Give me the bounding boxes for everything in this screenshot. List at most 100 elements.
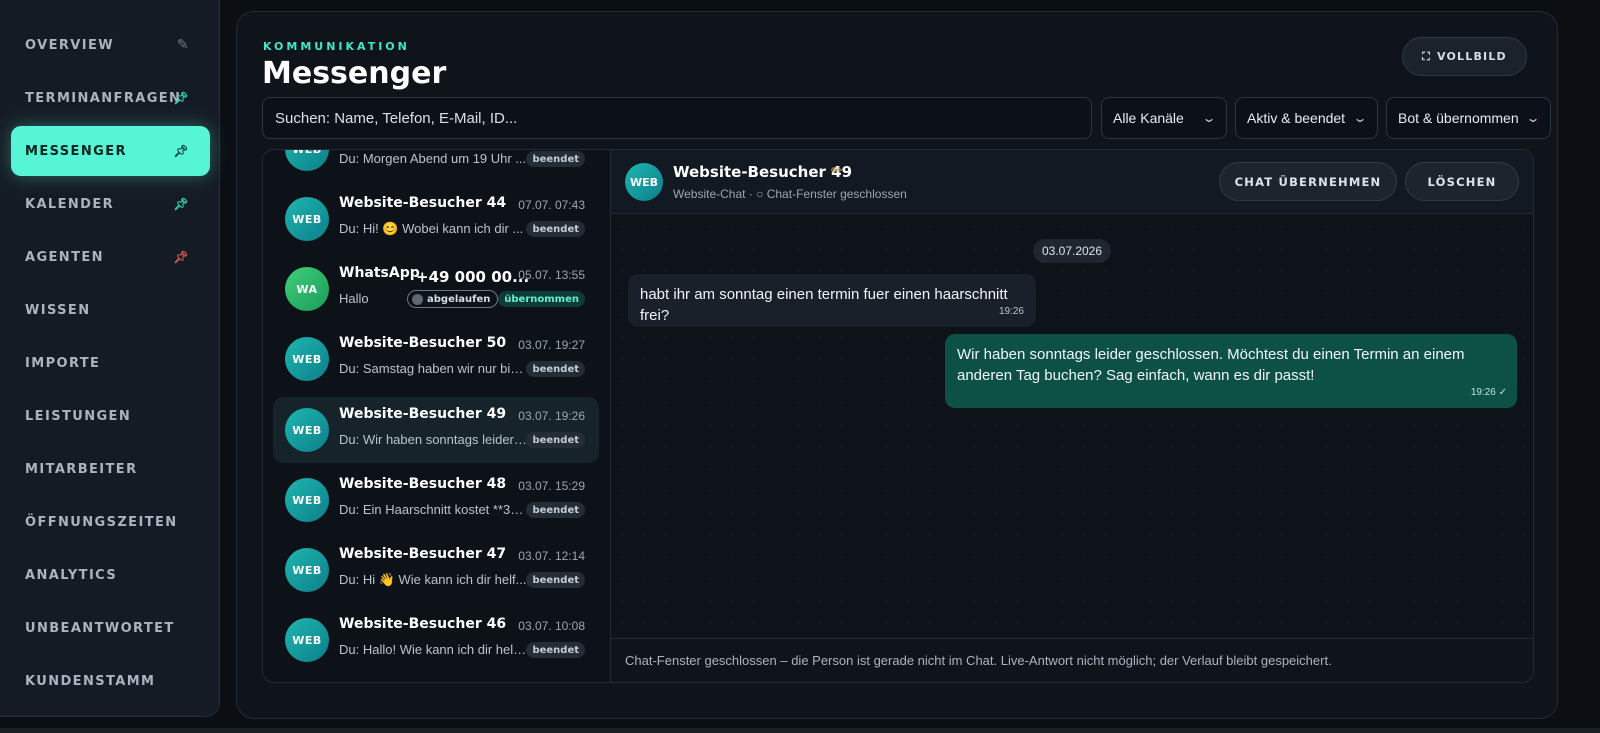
status-select[interactable]: Aktiv & beendet ⌄ — [1235, 97, 1378, 139]
pin-icon[interactable]: 📌︎ — [173, 144, 190, 158]
window-bottom-bar — [0, 728, 1600, 733]
incoming-message: habt ihr am sonntag einen termin fuer ei… — [628, 274, 1036, 327]
message-text: Wir haben sonntags leider geschlossen. M… — [957, 346, 1465, 384]
pin-icon[interactable]: 📌︎ — [173, 197, 190, 211]
avatar: WEB — [625, 163, 663, 201]
handler-select-value: Bot & übernommen — [1398, 110, 1519, 126]
message-text: habt ihr am sonntag einen termin fuer ei… — [640, 286, 1008, 324]
message-time: 19:26 ✓ — [1470, 387, 1507, 398]
avatar: WEB — [285, 408, 329, 452]
avatar: WEB — [285, 478, 329, 522]
pin-icon[interactable]: 📌︎ — [173, 91, 190, 105]
take-over-chat-button[interactable]: CHAT ÜBERNEHMEN — [1219, 162, 1397, 201]
sidebar-item-agenten[interactable]: AGENTEN 📌︎ — [11, 232, 210, 282]
status-badge: beendet — [526, 432, 585, 448]
expired-badge: abgelaufen — [407, 290, 499, 308]
fullscreen-button[interactable]: ⛶ VOLLBILD — [1402, 37, 1527, 76]
status-badge: beendet — [526, 221, 585, 237]
chat-list-item-selected[interactable]: WEB Website-Besucher 49 03.07. 19:26 Du:… — [273, 397, 599, 463]
sidebar-item-label: TERMINANFRAGEN — [25, 90, 182, 106]
sidebar-item-overview[interactable]: OVERVIEW ✎ — [11, 20, 210, 70]
sidebar-item-label: IMPORTE — [25, 355, 101, 371]
chat-preview: Du: Hi! 😊 Wobei kann ich dir ... — [339, 221, 524, 236]
sidebar-item-mitarbeiter[interactable]: MITARBEITER — [11, 444, 210, 494]
sidebar-item-label: UNBEANTWORTET — [25, 620, 175, 636]
sidebar: OVERVIEW ✎ TERMINANFRAGEN 📌︎ MESSENGER 📌… — [0, 0, 220, 717]
chat-time: 07.07. 07:43 — [518, 198, 585, 212]
rename-pencil-icon[interactable]: ✏︎ — [831, 163, 843, 179]
sidebar-item-kalender[interactable]: KALENDER 📌︎ — [11, 179, 210, 229]
chat-list-item[interactable]: WEB Website-Besucher 48 03.07. 15:29 Du:… — [273, 467, 599, 533]
status-badge: beendet — [526, 572, 585, 588]
delete-chat-button[interactable]: LÖSCHEN — [1405, 162, 1519, 201]
avatar: WEB — [285, 618, 329, 662]
chat-preview: Du: Ein Haarschnitt kostet **35 ... — [339, 502, 527, 517]
conversation-subtitle: Website-Chat · ○ Chat-Fenster geschlosse… — [673, 187, 907, 201]
expired-label: abgelaufen — [427, 293, 491, 305]
fullscreen-label: VOLLBILD — [1436, 50, 1507, 63]
sidebar-item-label: ÖFFNUNGSZEITEN — [25, 514, 178, 530]
chat-time: 03.07. 10:08 — [518, 619, 585, 633]
sidebar-item-analytics[interactable]: ANALYTICS — [11, 550, 210, 600]
chat-preview: Du: Samstag haben wir nur bis ... — [339, 361, 527, 376]
chat-name: Website-Besucher 47 — [339, 546, 507, 562]
chevron-down-icon: ⌄ — [1352, 111, 1368, 125]
handler-select[interactable]: Bot & übernommen ⌄ — [1386, 97, 1551, 139]
sidebar-item-terminanfragen[interactable]: TERMINANFRAGEN 📌︎ — [11, 73, 210, 123]
chat-list-item[interactable]: WA WhatsApp +49 000 00... 05.07. 13:55 H… — [273, 256, 599, 322]
avatar: WA — [285, 267, 329, 311]
chat-list-item[interactable]: WEB Website-Besucher 50 03.07. 19:27 Du:… — [273, 326, 599, 392]
channel-select[interactable]: Alle Kanäle ⌄ — [1101, 97, 1227, 139]
avatar: WEB — [285, 548, 329, 592]
sidebar-item-unbeantwortet[interactable]: UNBEANTWORTET — [11, 603, 210, 653]
sidebar-item-wissen[interactable]: WISSEN — [11, 285, 210, 335]
chat-name: Website-Besucher 50 — [339, 335, 507, 351]
chat-list: WEB Du: Morgen Abend um 19 Uhr ... beend… — [262, 149, 610, 683]
status-badge: übernommen — [498, 291, 585, 307]
chat-time: 03.07. 19:26 — [518, 409, 585, 423]
chat-preview: Du: Hallo! Wie kann ich dir helf... — [339, 642, 527, 657]
status-badge: beendet — [526, 502, 585, 518]
chat-list-item[interactable]: WEB Website-Besucher 46 03.07. 10:08 Du:… — [273, 607, 599, 673]
sidebar-item-leistungen[interactable]: LEISTUNGEN — [11, 391, 210, 441]
sidebar-item-label: ANALYTICS — [25, 567, 118, 583]
sidebar-item-label: KALENDER — [25, 196, 115, 212]
sidebar-item-kundenstamm[interactable]: KUNDENSTAMM — [11, 656, 210, 706]
sidebar-item-messenger[interactable]: MESSENGER 📌︎ — [11, 126, 210, 176]
fullscreen-icon: ⛶ — [1422, 49, 1431, 63]
avatar: WEB — [285, 337, 329, 381]
chat-name: WhatsApp — [339, 265, 420, 281]
section-kicker: KOMMUNIKATION — [263, 40, 410, 53]
chat-phone: +49 000 00... — [416, 268, 530, 286]
channel-select-value: Alle Kanäle — [1113, 110, 1184, 126]
status-select-value: Aktiv & beendet — [1247, 110, 1346, 126]
edit-icon[interactable]: ✎ — [177, 37, 190, 53]
conversation-panel: WEB Website-Besucher 49 ✏︎ Website-Chat … — [610, 149, 1534, 683]
avatar: WEB — [285, 150, 329, 171]
conversation-name: Website-Besucher 49 — [673, 163, 853, 181]
chat-name: Website-Besucher 44 — [339, 195, 507, 211]
chat-list-item[interactable]: WEB Du: Morgen Abend um 19 Uhr ... beend… — [273, 150, 599, 182]
chat-time: 03.07. 19:27 — [518, 338, 585, 352]
sidebar-item-oeffnungszeiten[interactable]: ÖFFNUNGSZEITEN — [11, 497, 210, 547]
conversation-header: WEB Website-Besucher 49 ✏︎ Website-Chat … — [611, 150, 1533, 214]
chat-name: Website-Besucher 46 — [339, 616, 507, 632]
chat-name: Website-Besucher 49 — [339, 406, 507, 422]
chat-list-item[interactable]: WEB Website-Besucher 47 03.07. 12:14 Du:… — [273, 537, 599, 603]
chat-list-item[interactable]: WEB Website-Besucher 44 07.07. 07:43 Du:… — [273, 186, 599, 252]
expired-dot-icon — [412, 293, 423, 305]
search-input[interactable] — [262, 97, 1092, 139]
sidebar-item-label: WISSEN — [25, 302, 91, 318]
chat-time: 03.07. 12:14 — [518, 549, 585, 563]
sidebar-item-importe[interactable]: IMPORTE — [11, 338, 210, 388]
chat-preview: Du: Morgen Abend um 19 Uhr ... — [339, 151, 527, 166]
sidebar-item-label: LEISTUNGEN — [25, 408, 132, 424]
status-badge: beendet — [526, 151, 585, 167]
date-separator: 03.07.2026 — [1033, 239, 1111, 263]
chat-preview: Du: Hi 👋 Wie kann ich dir helf... — [339, 572, 527, 587]
chevron-down-icon: ⌄ — [1525, 111, 1541, 125]
chat-preview: Du: Wir haben sonntags leider ... — [339, 432, 527, 447]
outgoing-message: Wir haben sonntags leider geschlossen. M… — [945, 334, 1517, 408]
chat-time: 05.07. 13:55 — [518, 268, 585, 282]
pin-icon[interactable]: 📌︎ — [173, 250, 190, 264]
